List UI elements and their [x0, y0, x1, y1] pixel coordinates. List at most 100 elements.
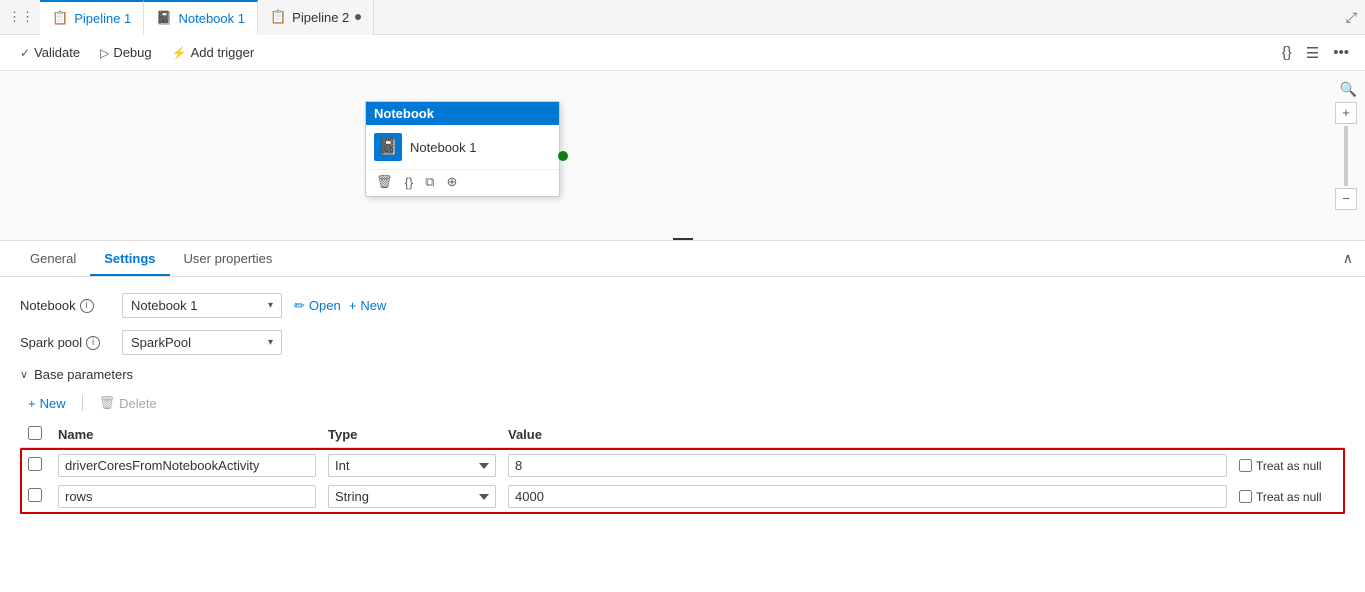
pipeline2-icon: 📋	[270, 9, 286, 25]
zoom-slider[interactable]	[1344, 126, 1348, 186]
col-type-label: Type	[328, 427, 357, 442]
restore-icon[interactable]: ⤢	[1346, 9, 1357, 26]
row1-type-cell: Int String Bool Float	[322, 450, 502, 481]
tab-general[interactable]: General	[16, 243, 90, 276]
row2-check-cell	[22, 481, 52, 512]
notebook-node-header: Notebook	[366, 102, 559, 125]
notebook-label: Notebook i	[20, 298, 110, 313]
spark-pool-select[interactable]: SparkPool ▾	[122, 330, 282, 355]
collapse-panel-button[interactable]: ∧	[1343, 250, 1365, 267]
notebook-node-icon: 📓	[374, 133, 402, 161]
new-button[interactable]: + New	[349, 298, 387, 313]
debug-button[interactable]: ▷ Debug	[92, 42, 160, 63]
node-add-icon[interactable]: ⊕	[447, 174, 458, 190]
tab-settings[interactable]: Settings	[90, 243, 169, 276]
params-delete-label: Delete	[119, 396, 157, 411]
params-new-button[interactable]: + New	[20, 393, 74, 414]
list-icon[interactable]: ☰	[1302, 42, 1323, 64]
row2-treat-label[interactable]: Treat as null	[1239, 490, 1337, 504]
tab-notebook1[interactable]: 📓 Notebook 1	[144, 0, 258, 35]
tab-user-properties-label: User properties	[184, 251, 273, 266]
row1-treat-checkbox[interactable]	[1239, 459, 1252, 472]
settings-panel: General Settings User properties ∧ Noteb…	[0, 241, 1365, 530]
params-delete-button[interactable]: 🗑 Delete	[91, 392, 165, 414]
notebook-node[interactable]: Notebook 📓 Notebook 1 🗑 {} ⧉ ⊕	[365, 101, 560, 197]
row1-value-input[interactable]	[508, 454, 1227, 477]
col-name-header: Name	[50, 422, 320, 448]
expand-nav-icon[interactable]: ⋮⋮	[8, 9, 34, 25]
tab-bar-right: ⤢	[1346, 9, 1365, 26]
spark-pool-select-chevron: ▾	[268, 337, 273, 348]
base-parameters-header: ∨ Base parameters	[20, 367, 1345, 382]
tab-notebook1-label: Notebook 1	[178, 11, 245, 26]
zoom-in-button[interactable]: +	[1335, 102, 1357, 124]
open-label: Open	[309, 298, 341, 313]
row2-value-input[interactable]	[508, 485, 1227, 508]
table-row: String Int Bool Float	[22, 481, 1343, 512]
row1-type-select[interactable]: Int String Bool Float	[328, 454, 496, 477]
row1-treat-cell: Treat as null	[1233, 450, 1343, 481]
node-code-icon[interactable]: {}	[405, 175, 414, 190]
select-all-checkbox[interactable]	[28, 426, 42, 440]
row2-name-input[interactable]	[58, 485, 316, 508]
row2-type-select[interactable]: String Int Bool Float	[328, 485, 496, 508]
debug-label: Debug	[113, 45, 151, 60]
col-name-label: Name	[58, 427, 93, 442]
row1-treat-label[interactable]: Treat as null	[1239, 459, 1337, 473]
more-icon[interactable]: •••	[1329, 42, 1353, 63]
params-delete-icon: 🗑	[99, 395, 116, 411]
code-icon[interactable]: {}	[1278, 42, 1296, 63]
row2-checkbox[interactable]	[28, 488, 42, 502]
row2-value-cell	[502, 481, 1233, 512]
row1-name-input[interactable]	[58, 454, 316, 477]
row1-value-cell	[502, 450, 1233, 481]
notebook-select[interactable]: Notebook 1 ▾	[122, 293, 282, 318]
settings-tabs: General Settings User properties ∧	[0, 241, 1365, 277]
row1-name-cell	[52, 450, 322, 481]
notebook-node-label: Notebook 1	[410, 140, 477, 155]
base-params-chevron[interactable]: ∨	[20, 368, 28, 381]
spark-pool-select-value: SparkPool	[131, 335, 191, 350]
node-copy-icon[interactable]: ⧉	[425, 174, 434, 190]
tab-user-properties[interactable]: User properties	[170, 243, 287, 276]
row2-type-cell: String Int Bool Float	[322, 481, 502, 512]
tab-general-label: General	[30, 251, 76, 266]
row2-treat-cell: Treat as null	[1233, 481, 1343, 512]
validate-button[interactable]: ✓ Validate	[12, 42, 88, 63]
tab-pipeline2[interactable]: 📋 Pipeline 2	[258, 0, 374, 35]
tab-pipeline2-label: Pipeline 2	[292, 10, 349, 25]
node-delete-icon[interactable]: 🗑	[376, 174, 393, 190]
params-rows-wrapper: Int String Bool Float	[20, 448, 1345, 514]
canvas-search-icon[interactable]: 🔍	[1340, 81, 1357, 98]
notebook-info-icon[interactable]: i	[80, 299, 94, 313]
params-btn-sep	[82, 395, 83, 411]
tab-bar: ⋮⋮ 📋 Pipeline 1 📓 Notebook 1 📋 Pipeline …	[0, 0, 1365, 35]
params-toolbar: + New 🗑 Delete	[20, 392, 1345, 414]
col-type-header: Type	[320, 422, 500, 448]
params-header-row: Name Type Value	[20, 422, 1345, 448]
zoom-out-button[interactable]: −	[1335, 188, 1357, 210]
spark-pool-field-row: Spark pool i SparkPool ▾	[20, 330, 1345, 355]
open-button[interactable]: ✏ Open	[294, 298, 341, 314]
col-value-header: Value	[500, 422, 1235, 448]
spark-pool-info-icon[interactable]: i	[86, 336, 100, 350]
row2-treat-null-text: Treat as null	[1256, 490, 1322, 504]
add-trigger-label: Add trigger	[191, 45, 255, 60]
canvas-area: Notebook 📓 Notebook 1 🗑 {} ⧉ ⊕ 🔍 + −	[0, 71, 1365, 241]
notebook-node-body: 📓 Notebook 1	[366, 125, 559, 169]
node-connector	[558, 151, 568, 161]
notebook-field-actions: ✏ Open + New	[294, 298, 386, 314]
canvas-divider	[673, 238, 693, 240]
checkmark-icon: ✓	[20, 46, 30, 60]
row1-check-cell	[22, 450, 52, 481]
col-check-header	[20, 422, 50, 448]
row1-checkbox[interactable]	[28, 457, 42, 471]
notebook-select-chevron: ▾	[268, 300, 273, 311]
pipeline1-icon: 📋	[52, 10, 68, 26]
add-trigger-button[interactable]: ⚡ Add trigger	[164, 42, 263, 63]
spark-pool-label-text: Spark pool	[20, 335, 82, 350]
params-plus-icon: +	[28, 396, 36, 411]
notebook-field-row: Notebook i Notebook 1 ▾ ✏ Open + New	[20, 293, 1345, 318]
tab-pipeline1[interactable]: 📋 Pipeline 1	[40, 0, 144, 35]
row2-treat-checkbox[interactable]	[1239, 490, 1252, 503]
